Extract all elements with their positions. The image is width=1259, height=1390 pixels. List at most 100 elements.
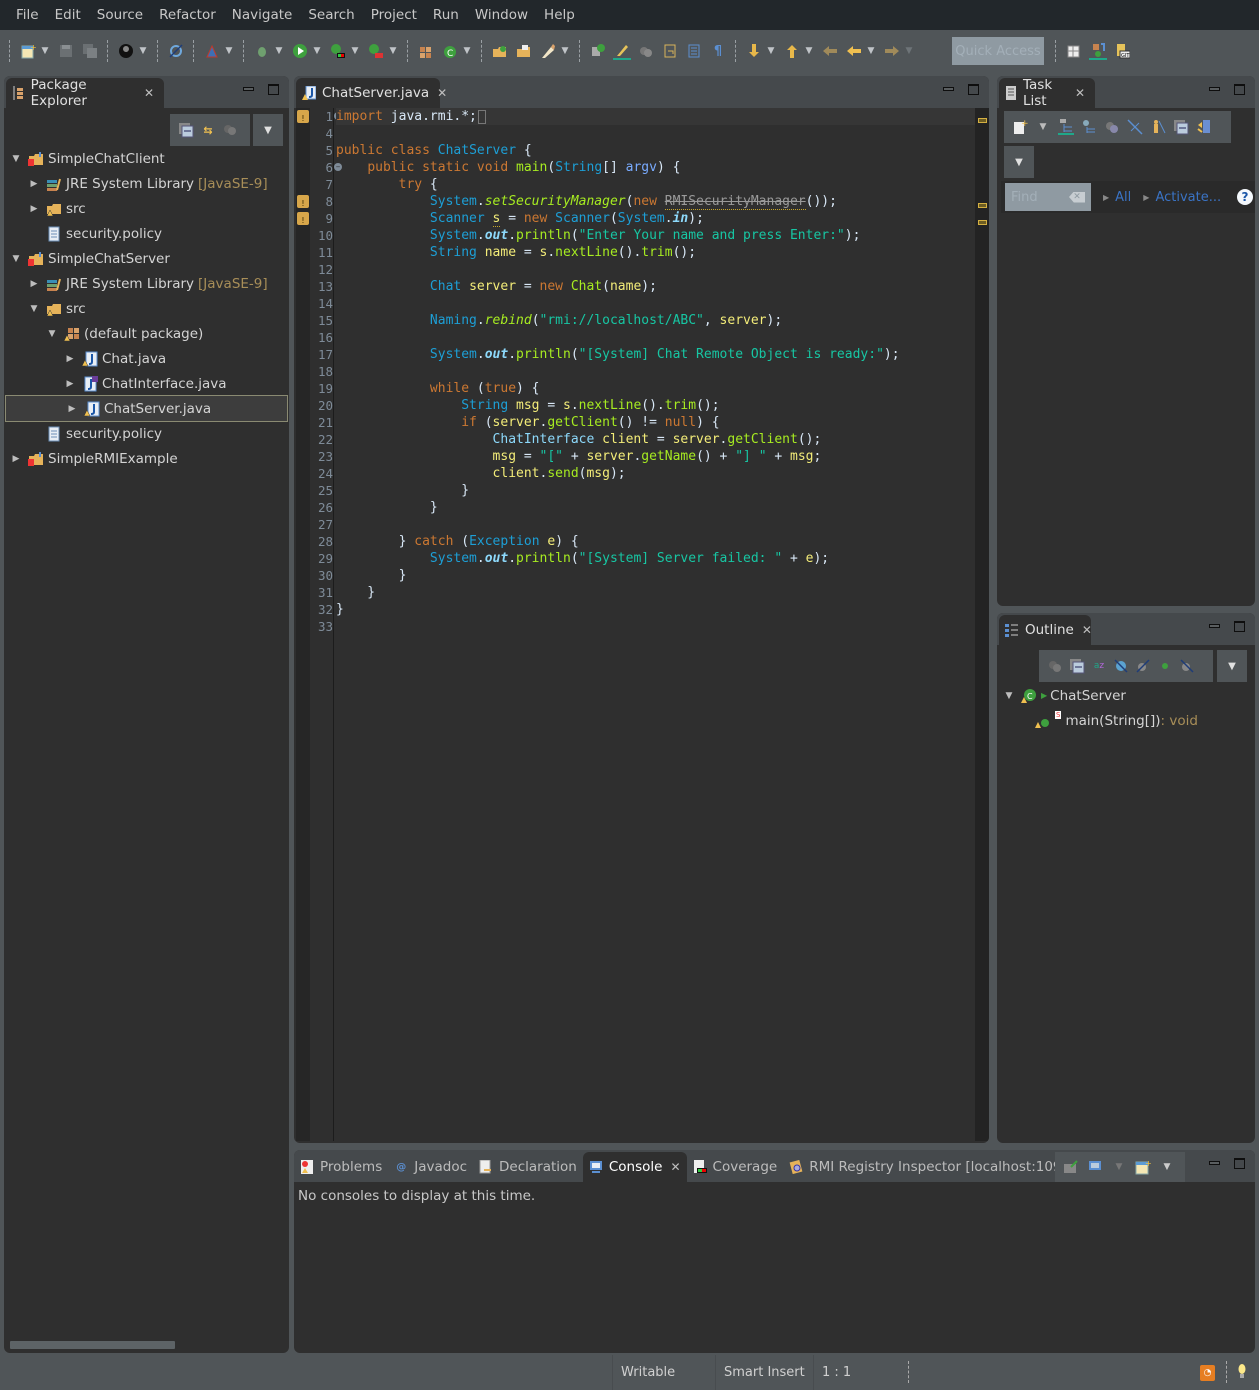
- tree-item-project[interactable]: ▶ SimpleRMIExample: [4, 446, 289, 471]
- close-icon[interactable]: ✕: [670, 1160, 680, 1174]
- menu-navigate[interactable]: Navigate: [224, 7, 301, 23]
- status-insert-mode[interactable]: Smart Insert: [715, 1355, 813, 1390]
- external-tools-dropdown-icon[interactable]: ▼: [388, 42, 398, 60]
- maximize-icon[interactable]: [1234, 84, 1245, 95]
- hide-completed-icon[interactable]: [1127, 119, 1143, 135]
- forward-dropdown-icon[interactable]: ▼: [904, 42, 914, 60]
- pilcrow-icon[interactable]: ¶: [709, 42, 727, 60]
- expand-toggle-icon[interactable]: ▶: [28, 204, 40, 214]
- open-console-dropdown-icon[interactable]: ▼: [1159, 1159, 1175, 1175]
- warning-lightbulb-icon[interactable]: !: [297, 195, 309, 208]
- run-dropdown-icon[interactable]: ▼: [312, 42, 322, 60]
- hide-static-icon[interactable]: [1135, 658, 1151, 674]
- collapse-all-icon[interactable]: [178, 122, 194, 138]
- tab-javadoc[interactable]: @ Javadoc: [388, 1152, 473, 1182]
- show-whitespace-icon[interactable]: [661, 42, 679, 60]
- menu-window[interactable]: Window: [467, 7, 536, 23]
- view-menu-icon[interactable]: ▼: [1004, 146, 1034, 178]
- close-icon[interactable]: ✕: [437, 86, 447, 100]
- tree-item-source-folder[interactable]: ▶ src: [4, 196, 289, 221]
- collapse-all-icon[interactable]: [1069, 658, 1085, 674]
- external-tools-icon[interactable]: [367, 42, 385, 60]
- expand-toggle-icon[interactable]: ▼: [28, 304, 40, 314]
- last-edit-location-icon[interactable]: [821, 42, 839, 60]
- new-task-icon[interactable]: +: [1012, 119, 1028, 135]
- toggle-block-selection-icon[interactable]: [637, 42, 655, 60]
- minimize-icon[interactable]: [243, 87, 254, 91]
- outline-item-class[interactable]: ▼ C ▶ ChatServer: [997, 683, 1255, 708]
- new-dropdown-icon[interactable]: ▼: [40, 42, 50, 60]
- tree-item-java-file[interactable]: ▶ Chat.java: [4, 346, 289, 371]
- minimize-icon[interactable]: [943, 87, 954, 91]
- warning-lightbulb-icon[interactable]: !: [297, 110, 309, 123]
- tab-outline[interactable]: Outline ✕: [999, 615, 1092, 645]
- minimize-icon[interactable]: [1209, 624, 1220, 628]
- tree-item-interface-file[interactable]: ▶ ChatInterface.java: [4, 371, 289, 396]
- tab-console[interactable]: Console ✕: [582, 1152, 687, 1182]
- menu-project[interactable]: Project: [363, 7, 425, 23]
- menu-file[interactable]: File: [8, 7, 47, 23]
- display-console-dropdown-icon[interactable]: ▼: [1111, 1159, 1127, 1175]
- maximize-icon[interactable]: [1234, 621, 1245, 632]
- toggle-mark-occurrences-icon[interactable]: [613, 42, 631, 60]
- new-icon[interactable]: +: [19, 42, 37, 60]
- warning-marker[interactable]: [978, 203, 987, 208]
- hide-fields-icon[interactable]: [1113, 658, 1129, 674]
- forward-icon[interactable]: [883, 42, 901, 60]
- open-task-icon[interactable]: [515, 42, 533, 60]
- build-icon[interactable]: [203, 42, 221, 60]
- expand-toggle-icon[interactable]: ▶: [28, 279, 40, 289]
- minimize-icon[interactable]: [1209, 1161, 1220, 1165]
- java-perspective-icon[interactable]: [1089, 42, 1107, 60]
- focus-on-workweek-icon[interactable]: [1104, 119, 1120, 135]
- display-console-icon[interactable]: [1087, 1159, 1103, 1175]
- tip-lightbulb-icon[interactable]: [1238, 1364, 1246, 1380]
- expand-toggle-icon[interactable]: ▼: [46, 329, 58, 339]
- maximize-icon[interactable]: [268, 84, 279, 95]
- previous-annotation-icon[interactable]: [783, 42, 801, 60]
- new-task-dropdown-icon[interactable]: ▼: [1035, 119, 1051, 135]
- pin-console-icon[interactable]: [1063, 1159, 1079, 1175]
- filter-icon[interactable]: [222, 122, 238, 138]
- maximize-icon[interactable]: [1234, 1158, 1245, 1169]
- tree-item-source-folder[interactable]: ▼ src: [4, 296, 289, 321]
- menu-help[interactable]: Help: [536, 7, 583, 23]
- synchronize-icon[interactable]: [1196, 119, 1212, 135]
- back-dropdown-icon[interactable]: ▼: [866, 42, 876, 60]
- hide-non-public-icon[interactable]: [1157, 658, 1173, 674]
- toggle-ant-editor-icon[interactable]: [589, 42, 607, 60]
- run-icon[interactable]: [291, 42, 309, 60]
- show-my-tasks-icon[interactable]: [1150, 119, 1166, 135]
- menu-edit[interactable]: Edit: [47, 7, 89, 23]
- horizontal-scrollbar[interactable]: [10, 1341, 175, 1349]
- outline-item-method[interactable]: S main(String[]) : void: [997, 708, 1255, 733]
- expand-toggle-icon[interactable]: ▶: [64, 354, 76, 364]
- clear-icon[interactable]: ✕: [1069, 191, 1085, 203]
- categorized-icon[interactable]: [1058, 119, 1074, 135]
- tree-item-project[interactable]: ▼ SimpleChatClient: [4, 146, 289, 171]
- help-icon[interactable]: ?: [1237, 189, 1253, 205]
- menu-run[interactable]: Run: [425, 7, 467, 23]
- tab-chatserver-java[interactable]: ChatServer.java ✕: [296, 78, 447, 108]
- new-java-class-icon[interactable]: C: [441, 42, 459, 60]
- git-perspective-icon[interactable]: GIT: [1113, 42, 1131, 60]
- maximize-icon[interactable]: [968, 84, 979, 95]
- search-icon[interactable]: [539, 42, 557, 60]
- tab-problems[interactable]: Problems: [294, 1152, 388, 1182]
- minimize-icon[interactable]: [1209, 87, 1220, 91]
- menu-source[interactable]: Source: [89, 7, 151, 23]
- expand-toggle-icon[interactable]: ▶: [64, 379, 76, 389]
- overview-ruler[interactable]: [975, 108, 989, 1141]
- back-icon[interactable]: [845, 42, 863, 60]
- view-menu-icon[interactable]: ▼: [1217, 650, 1247, 682]
- debug-dropdown-icon[interactable]: ▼: [274, 42, 284, 60]
- expand-toggle-icon[interactable]: ▼: [1003, 691, 1015, 701]
- code-editor[interactable]: ! ! ! 1+4 5 6− 7 8 9 10 11 12 13 14 15 16 17 18 19 20 21 2…: [296, 108, 975, 1141]
- tree-item-file[interactable]: security.policy: [4, 421, 289, 446]
- debug-icon[interactable]: [253, 42, 271, 60]
- build-dropdown-icon[interactable]: ▼: [224, 42, 234, 60]
- tree-item-library[interactable]: ▶ JRE System Library [JavaSE-9]: [4, 271, 289, 296]
- tab-task-list[interactable]: Task List ✕: [999, 77, 1095, 109]
- open-type-icon[interactable]: [491, 42, 509, 60]
- warning-marker[interactable]: [978, 118, 987, 123]
